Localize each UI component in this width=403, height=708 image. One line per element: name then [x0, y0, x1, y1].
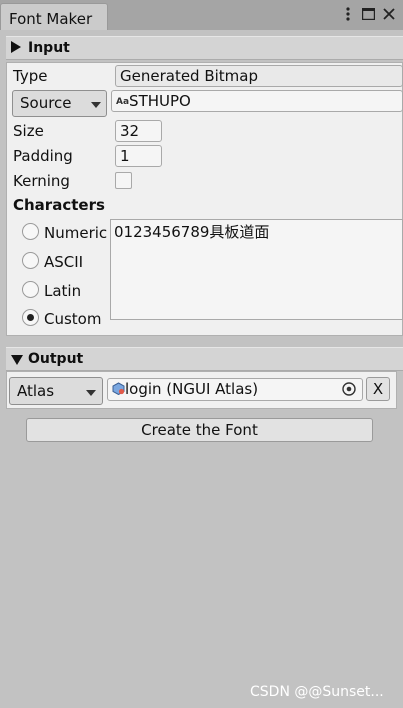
characters-label: Characters — [13, 196, 105, 214]
input-section-header[interactable]: Input — [6, 36, 403, 60]
size-input[interactable]: 32 — [115, 120, 162, 142]
radio-numeric[interactable] — [22, 223, 39, 240]
padding-label: Padding — [13, 147, 73, 165]
source-dropdown-label: Source — [20, 94, 72, 112]
radio-ascii-label: ASCII — [44, 253, 84, 271]
size-label: Size — [13, 122, 44, 140]
font-asset-icon: Aa — [116, 97, 130, 107]
radio-ascii[interactable] — [22, 252, 39, 269]
output-section-header[interactable]: Output — [6, 347, 403, 371]
chevron-down-icon — [86, 390, 96, 396]
kerning-label: Kerning — [13, 172, 70, 190]
radio-custom-label: Custom — [44, 310, 102, 328]
foldout-collapsed-arrow-icon — [11, 41, 21, 53]
source-font-value: STHUPO — [129, 92, 191, 110]
type-value: Generated Bitmap — [120, 67, 259, 85]
maximize-icon[interactable] — [360, 6, 376, 22]
radio-selected-dot — [27, 314, 34, 321]
atlas-object-field[interactable]: login (NGUI Atlas) — [107, 378, 363, 401]
type-field: Generated Bitmap — [115, 65, 403, 87]
radio-latin-label: Latin — [44, 282, 82, 300]
size-value: 32 — [120, 122, 140, 140]
object-picker-icon[interactable] — [341, 381, 357, 397]
tab-title: Font Maker — [9, 10, 93, 28]
output-section-title: Output — [28, 351, 84, 367]
characters-textarea[interactable]: 0123456789具板道面 — [110, 219, 403, 320]
chevron-down-icon — [91, 102, 101, 108]
kerning-checkbox[interactable] — [115, 172, 132, 189]
type-label: Type — [13, 67, 48, 85]
input-section-title: Input — [28, 40, 70, 56]
radio-numeric-label: Numeric — [44, 224, 108, 242]
padding-input[interactable]: 1 — [115, 145, 162, 167]
create-font-label: Create the Font — [141, 421, 258, 439]
output-type-dropdown[interactable]: Atlas — [9, 377, 103, 405]
foldout-expanded-arrow-icon — [11, 355, 23, 365]
clear-atlas-label: X — [372, 380, 384, 398]
padding-value: 1 — [120, 147, 130, 165]
radio-custom[interactable] — [22, 309, 39, 326]
close-icon[interactable] — [381, 6, 397, 22]
tab-font-maker[interactable]: Font Maker — [0, 3, 108, 30]
output-type-label: Atlas — [17, 382, 55, 400]
create-font-button[interactable]: Create the Font — [26, 418, 373, 442]
clear-atlas-button[interactable]: X — [366, 377, 390, 401]
radio-latin[interactable] — [22, 281, 39, 298]
source-font-field[interactable]: AaSTHUPO — [111, 90, 403, 112]
ngui-atlas-icon — [112, 382, 125, 396]
characters-value: 0123456789具板道面 — [114, 223, 270, 241]
kebab-menu-icon[interactable] — [340, 6, 356, 22]
watermark: CSDN @@Sunset... — [250, 684, 384, 700]
atlas-value: login (NGUI Atlas) — [125, 380, 259, 398]
source-dropdown[interactable]: Source — [12, 90, 107, 117]
